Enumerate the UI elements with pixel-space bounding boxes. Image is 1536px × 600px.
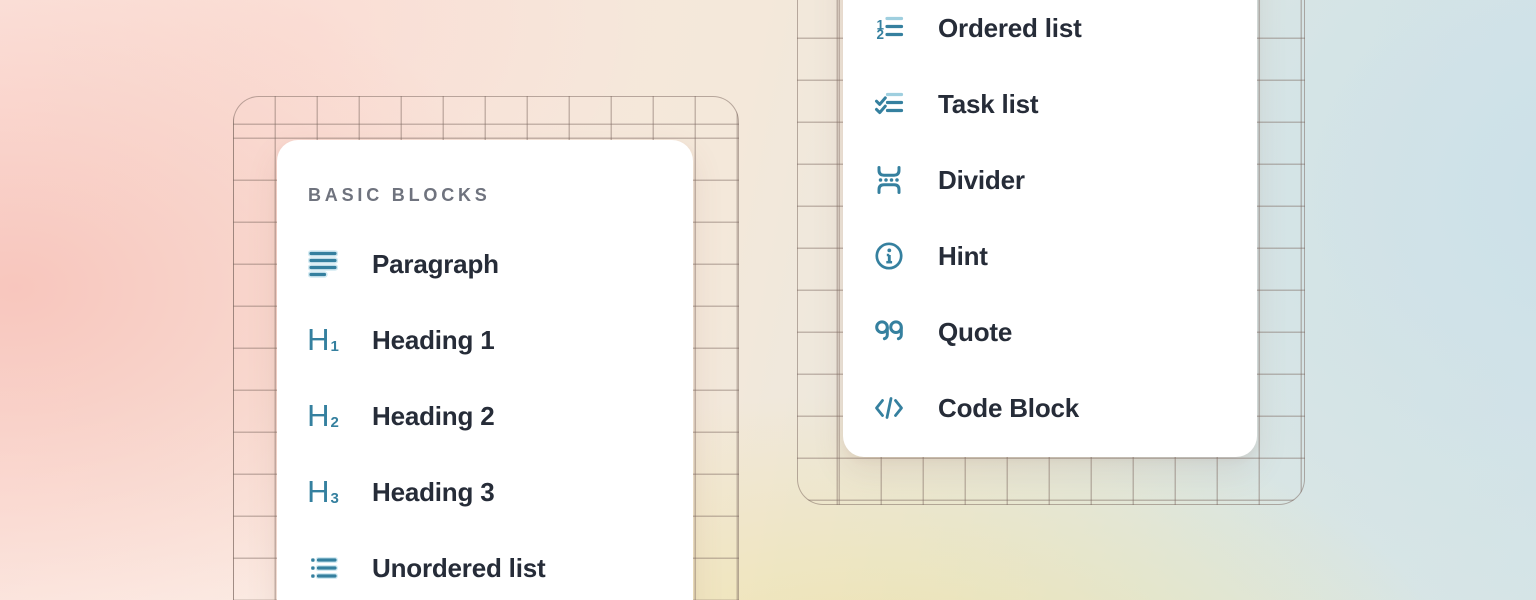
ordered-list-icon: 12 <box>873 12 905 44</box>
svg-text:2: 2 <box>877 27 885 42</box>
hero-background: BASIC BLOCKS Paragraph H1 Heading 1 H2 Headi… <box>0 0 1536 600</box>
menu-item-code-block[interactable]: Code Block <box>843 370 1257 446</box>
menu-item-label: Ordered list <box>938 13 1082 44</box>
menu-item-ordered-list[interactable]: 12 Ordered list <box>843 0 1257 66</box>
menu-item-task-list[interactable]: Task list <box>843 66 1257 142</box>
heading-2-icon: H2 <box>307 400 339 432</box>
menu-item-label: Task list <box>938 89 1038 120</box>
unordered-list-icon <box>307 552 339 584</box>
menu-item-hint[interactable]: Hint <box>843 218 1257 294</box>
menu-item-divider[interactable]: Divider <box>843 142 1257 218</box>
menu-item-label: Heading 3 <box>372 477 494 508</box>
menu-item-paragraph[interactable]: Paragraph <box>277 226 693 302</box>
menu-item-heading-1[interactable]: H1 Heading 1 <box>277 302 693 378</box>
heading-3-icon: H3 <box>307 476 339 508</box>
hint-icon <box>873 240 905 272</box>
menu-item-label: Divider <box>938 165 1025 196</box>
menu-item-unordered-list[interactable]: Unordered list <box>277 530 693 600</box>
menu-item-label: Unordered list <box>372 553 545 584</box>
menu-item-label: Code Block <box>938 393 1079 424</box>
menu-item-heading-2[interactable]: H2 Heading 2 <box>277 378 693 454</box>
section-title-basic-blocks: BASIC BLOCKS <box>308 185 693 206</box>
insert-blocks-menu: 12 Ordered list Task list Divider Hint Quote C… <box>843 0 1257 457</box>
divider-icon <box>873 164 905 196</box>
insert-blocks-items: 12 Ordered list Task list Divider Hint Quote C… <box>843 0 1257 446</box>
menu-item-label: Heading 2 <box>372 401 494 432</box>
menu-item-label: Paragraph <box>372 249 499 280</box>
task-list-icon <box>873 88 905 120</box>
basic-blocks-items: Paragraph H1 Heading 1 H2 Heading 2 H3 Heading… <box>277 226 693 600</box>
quote-icon <box>873 316 905 348</box>
basic-blocks-menu: BASIC BLOCKS Paragraph H1 Heading 1 H2 Headi… <box>277 140 693 600</box>
code-block-icon <box>873 392 905 424</box>
paragraph-icon <box>307 248 339 280</box>
menu-item-label: Quote <box>938 317 1012 348</box>
menu-item-label: Hint <box>938 241 988 272</box>
menu-item-label: Heading 1 <box>372 325 494 356</box>
heading-1-icon: H1 <box>307 324 339 356</box>
menu-item-quote[interactable]: Quote <box>843 294 1257 370</box>
menu-item-heading-3[interactable]: H3 Heading 3 <box>277 454 693 530</box>
